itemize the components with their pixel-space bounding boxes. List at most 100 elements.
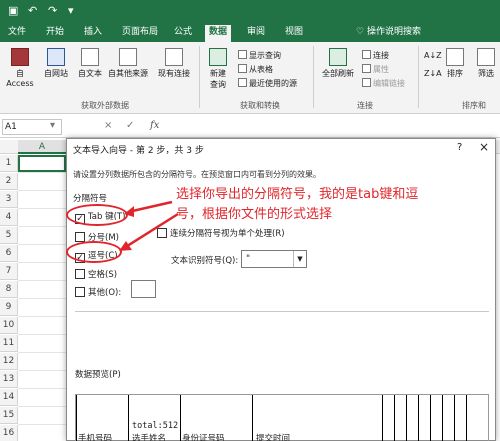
from-web-button[interactable]: 自网站 <box>40 48 72 79</box>
other-delimiter-input[interactable] <box>131 280 156 298</box>
other-checkbox-box[interactable] <box>75 287 85 297</box>
undo-icon[interactable]: ↶ <box>28 4 37 17</box>
ribbon-tabs: 文件 开始 插入 页面布局 公式 数据 审阅 视图 ♡ 操作说明搜索 <box>0 22 500 42</box>
name-box-dropdown-icon[interactable]: ▾ <box>50 120 55 131</box>
cancel-icon[interactable]: × <box>104 120 112 131</box>
grid-line <box>18 352 68 353</box>
group-get-transform: 获取和转换 <box>240 101 280 110</box>
recent-sources-button[interactable]: 最近使用的源 <box>238 78 297 90</box>
row-header[interactable]: 3 <box>0 191 18 208</box>
treat-consecutive-checkbox[interactable]: 连续分隔符号视为单个处理(R) <box>157 227 285 239</box>
save-icon[interactable]: ▣ <box>8 4 18 17</box>
sort-button[interactable]: 排序 <box>442 48 468 79</box>
row-header[interactable]: 11 <box>0 335 18 352</box>
help-button[interactable]: ? <box>457 142 462 153</box>
row-header[interactable]: 6 <box>0 245 18 262</box>
sort-label: 排序 <box>447 69 463 78</box>
selected-cell-a1[interactable] <box>18 155 66 172</box>
text-qualifier-select[interactable]: " ▼ <box>241 250 307 268</box>
connections-button[interactable]: 连接 <box>362 50 389 62</box>
grid-line <box>18 190 68 191</box>
preview-column-divider <box>76 395 77 441</box>
edit-links-button[interactable]: 编辑链接 <box>362 78 405 90</box>
from-access-button[interactable]: 自 Access <box>2 48 38 88</box>
enter-icon[interactable]: ✓ <box>126 120 134 131</box>
row-header[interactable]: 14 <box>0 389 18 406</box>
treat-consecutive-box[interactable] <box>157 228 167 238</box>
row-header[interactable]: 1 <box>0 155 18 172</box>
row-header[interactable]: 16 <box>0 425 18 441</box>
dialog-title: 文本导入向导 - 第 2 步，共 3 步 <box>73 146 204 156</box>
tab-page-layout[interactable]: 页面布局 <box>118 25 162 42</box>
annotation-text-line1: 选择你导出的分隔符号，我的是tab键和逗 <box>176 187 419 202</box>
connections-label: 连接 <box>373 51 389 60</box>
redo-icon[interactable]: ↷ <box>48 4 57 17</box>
refresh-all-button[interactable]: 全部刷新 <box>317 48 359 79</box>
insert-function-icon[interactable]: fx <box>150 120 159 131</box>
tell-me-search[interactable]: ♡ 操作说明搜索 <box>356 25 421 40</box>
space-checkbox[interactable]: 空格(S) <box>75 269 117 281</box>
ribbon-separator <box>313 46 314 108</box>
sort-za-icon[interactable]: Z↓A <box>424 68 442 80</box>
properties-button[interactable]: 属性 <box>362 64 389 76</box>
filter-button[interactable]: 筛选 <box>472 48 500 79</box>
sort-az-icon[interactable]: A↓Z <box>424 50 442 62</box>
data-preview-area[interactable]: total:512 手机号码 选手姓名 身份证号码 提交时间 <box>75 394 489 441</box>
close-button[interactable]: × <box>479 140 489 154</box>
row-header[interactable]: 15 <box>0 407 18 424</box>
group-get-external-data: 获取外部数据 <box>81 101 129 110</box>
chevron-down-icon: ▼ <box>293 251 306 267</box>
text-qualifier-label: 文本识别符号(Q): <box>171 256 239 266</box>
dialog-divider <box>75 311 489 312</box>
data-preview-title: 数据预览(P) <box>75 370 121 380</box>
preview-cell: 提交时间 <box>256 434 291 441</box>
group-sort-filter: 排序和 <box>462 101 486 110</box>
existing-connections-button[interactable]: 现有连接 <box>154 48 194 79</box>
tab-insert[interactable]: 插入 <box>80 25 106 42</box>
tab-home[interactable]: 开始 <box>42 25 68 42</box>
from-table-button[interactable]: 从表格 <box>238 64 273 76</box>
new-query-label: 新建 <box>210 69 226 78</box>
ribbon-separator <box>418 46 419 108</box>
new-query-label-2: 查询 <box>210 80 226 89</box>
row-header[interactable]: 13 <box>0 371 18 388</box>
tab-view[interactable]: 视图 <box>281 25 307 42</box>
tab-review[interactable]: 审阅 <box>243 25 269 42</box>
tab-data[interactable]: 数据 <box>205 25 232 42</box>
new-query-button[interactable]: 新建 查询 <box>203 48 233 90</box>
row-header[interactable]: 4 <box>0 209 18 226</box>
semicolon-checkbox-box[interactable] <box>75 232 85 242</box>
grid-line <box>18 226 68 227</box>
filter-label: 筛选 <box>478 69 494 78</box>
row-header[interactable]: 5 <box>0 227 18 244</box>
from-text-button[interactable]: 自文本 <box>74 48 106 79</box>
preview-column-divider <box>394 395 395 441</box>
tab-file[interactable]: 文件 <box>4 25 30 42</box>
space-checkbox-box[interactable] <box>75 269 85 279</box>
row-header[interactable]: 7 <box>0 263 18 280</box>
row-header[interactable]: 12 <box>0 353 18 370</box>
grid-line <box>18 298 68 299</box>
grid-line <box>18 280 68 281</box>
connections-icon <box>362 50 371 59</box>
grid-line <box>18 406 68 407</box>
tab-formulas[interactable]: 公式 <box>170 25 196 42</box>
other-checkbox[interactable]: 其他(O): <box>75 287 121 299</box>
recent-sources-label: 最近使用的源 <box>249 79 297 88</box>
preview-column-divider <box>406 395 407 441</box>
row-header[interactable]: 8 <box>0 281 18 298</box>
access-icon <box>11 48 29 66</box>
row-header[interactable]: 9 <box>0 299 18 316</box>
qa-dropdown-icon[interactable]: ▾ <box>68 4 74 17</box>
other-sources-icon <box>119 48 137 66</box>
show-queries-button[interactable]: 显示查询 <box>238 50 281 62</box>
show-queries-icon <box>238 50 247 59</box>
from-other-sources-button[interactable]: 自其他来源 <box>106 48 150 79</box>
row-header[interactable]: 2 <box>0 173 18 190</box>
treat-consecutive-label: 连续分隔符号视为单个处理(R) <box>170 229 285 239</box>
tell-me-label: 操作说明搜索 <box>366 27 421 37</box>
row-header[interactable]: 10 <box>0 317 18 334</box>
column-header-a[interactable]: A <box>18 140 66 154</box>
from-text-label: 自文本 <box>78 69 102 78</box>
preview-cell: total:512 <box>132 421 179 431</box>
